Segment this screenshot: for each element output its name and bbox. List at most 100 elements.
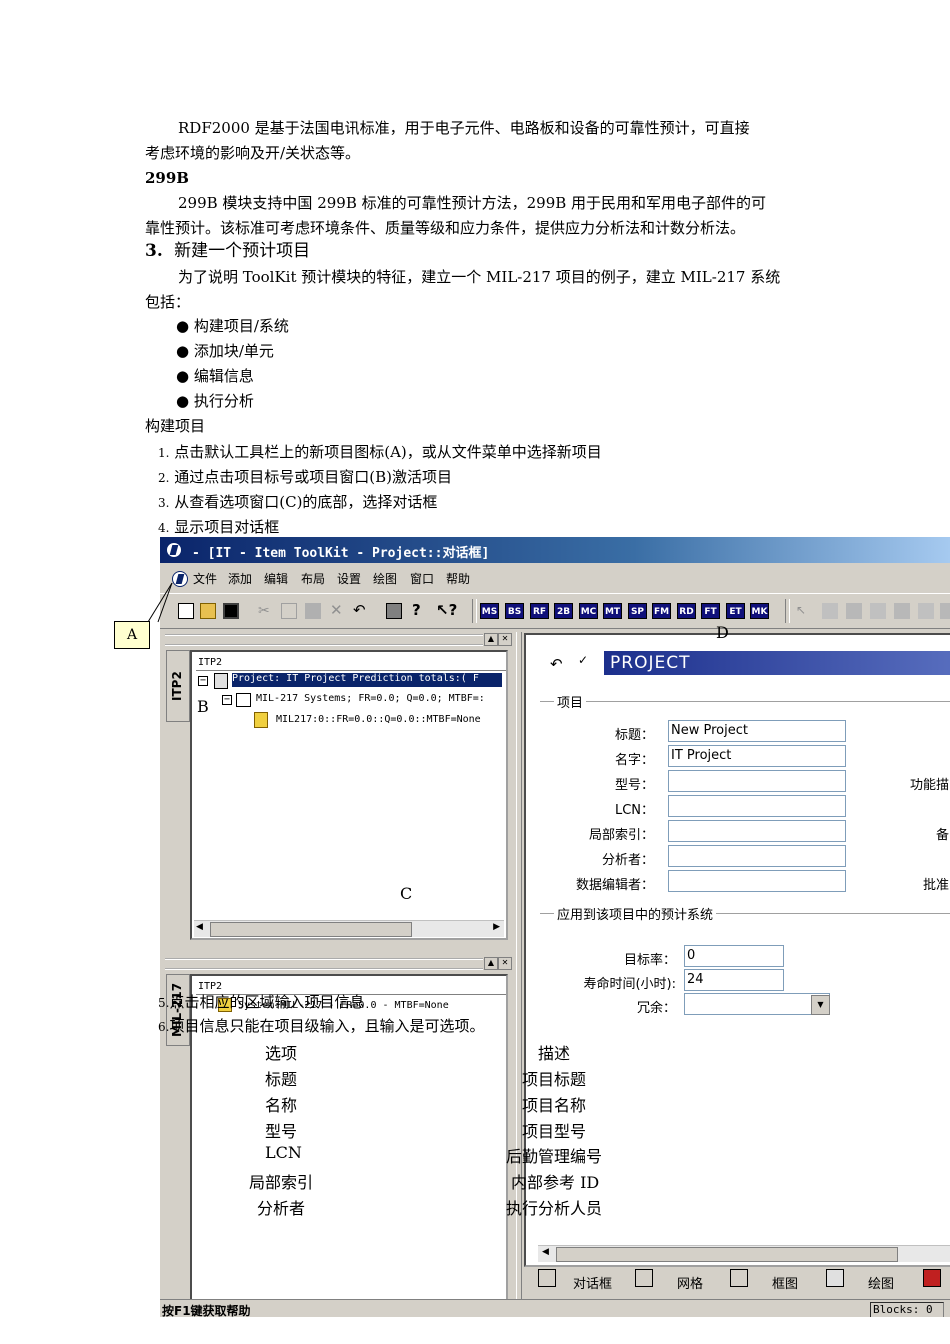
redundancy-select[interactable] bbox=[684, 993, 830, 1015]
tab-plot[interactable]: 绘图 bbox=[868, 1273, 894, 1292]
tab-dialog[interactable]: 对话框 bbox=[573, 1273, 612, 1292]
table-cell: 项目名称 bbox=[522, 1096, 587, 1115]
analyst-field[interactable] bbox=[668, 845, 846, 867]
module-mt-icon[interactable]: MT bbox=[603, 603, 622, 619]
menu-help[interactable]: 帮助 bbox=[446, 570, 470, 587]
pane-close-button[interactable]: ✕ bbox=[498, 633, 512, 646]
menu-settings[interactable]: 设置 bbox=[337, 570, 361, 587]
save-icon[interactable] bbox=[223, 603, 239, 619]
pane-close-button[interactable]: ✕ bbox=[498, 957, 512, 970]
table-cell: 执行分析人员 bbox=[506, 1199, 603, 1218]
block-icon[interactable] bbox=[918, 603, 934, 619]
help-icon[interactable]: ? bbox=[412, 603, 428, 619]
divider bbox=[196, 670, 506, 671]
tree-row-project[interactable]: Project: IT Project Prediction totals:( … bbox=[232, 673, 502, 687]
scroll-right-icon[interactable]: ▶ bbox=[493, 922, 500, 932]
tab-itp2[interactable]: ITP2 bbox=[166, 650, 190, 722]
menu-bar: 文件 添加 编辑 布局 设置 绘图 窗口 帮助 bbox=[160, 567, 950, 589]
collapse-icon[interactable]: − bbox=[222, 695, 232, 705]
paragraph-299b: 299B 模块支持中国 299B 标准的可靠性预计方法，299B 用于民用和军用… bbox=[178, 194, 767, 212]
tab-block-diagram[interactable]: 框图 bbox=[772, 1273, 798, 1292]
blocks-count: Blocks: 0 bbox=[870, 1302, 944, 1317]
paragraph-intro-cont: 包括： bbox=[145, 293, 191, 311]
menu-draw[interactable]: 绘图 bbox=[373, 570, 397, 587]
block-icon[interactable] bbox=[940, 603, 950, 619]
app-icon bbox=[166, 542, 182, 558]
menu-layout[interactable]: 布局 bbox=[301, 570, 325, 587]
tree-row-system[interactable]: MIL-217 Systems; FR=0.0; Q=0.0; MTBF=: bbox=[256, 693, 504, 704]
open-folder-icon[interactable] bbox=[200, 603, 216, 619]
title-field[interactable]: New Project bbox=[668, 720, 846, 742]
pane-restore-button[interactable]: ▲ bbox=[484, 957, 498, 970]
block-view-icon[interactable] bbox=[730, 1269, 748, 1287]
scroll-left-icon[interactable]: ◀ bbox=[542, 1247, 549, 1257]
name-field[interactable]: IT Project bbox=[668, 745, 846, 767]
scroll-thumb[interactable] bbox=[556, 1247, 898, 1262]
module-bs-icon[interactable]: BS bbox=[505, 603, 524, 619]
tree-root[interactable]: ITP2 bbox=[198, 981, 222, 992]
dialog-view-icon[interactable] bbox=[538, 1269, 556, 1287]
cut-icon[interactable]: ✂ bbox=[258, 603, 274, 619]
block-icon[interactable] bbox=[822, 603, 838, 619]
menu-window[interactable]: 窗口 bbox=[410, 570, 434, 587]
module-ms-icon[interactable]: MS bbox=[480, 603, 499, 619]
undo-icon[interactable]: ↶ bbox=[353, 603, 369, 619]
target-rate-field[interactable]: 0 bbox=[684, 945, 784, 967]
horizontal-scrollbar[interactable]: ◀ ▶ bbox=[194, 920, 504, 937]
lcn-field[interactable] bbox=[668, 795, 846, 817]
toolbar-separator bbox=[472, 599, 477, 623]
paste-icon[interactable] bbox=[305, 603, 321, 619]
collapse-icon[interactable]: − bbox=[198, 676, 208, 686]
subheading: 构建项目 bbox=[145, 417, 206, 435]
module-rd-icon[interactable]: RD bbox=[677, 603, 696, 619]
block-icon[interactable] bbox=[894, 603, 910, 619]
analyst-label: 分析者： bbox=[601, 853, 654, 868]
horizontal-scrollbar[interactable]: ◀ bbox=[538, 1245, 950, 1262]
module-et-icon[interactable]: ET bbox=[726, 603, 745, 619]
spellcheck-icon[interactable]: ✓ bbox=[578, 653, 588, 667]
bullet-item: ● 构建项目/系统 bbox=[176, 317, 289, 335]
report-view-icon[interactable] bbox=[923, 1269, 941, 1287]
block-add-icon[interactable] bbox=[846, 603, 862, 619]
scroll-left-icon[interactable]: ◀ bbox=[196, 922, 203, 932]
module-rf-icon[interactable]: RF bbox=[530, 603, 549, 619]
pointer-icon[interactable]: ↖ bbox=[796, 603, 812, 619]
data-editor-field[interactable] bbox=[668, 870, 846, 892]
tree-root[interactable]: ITP2 bbox=[198, 657, 222, 668]
chevron-down-icon[interactable]: ▼ bbox=[811, 995, 830, 1015]
module-fm-icon[interactable]: FM bbox=[652, 603, 671, 619]
print-icon[interactable] bbox=[386, 603, 402, 619]
module-sp-icon[interactable]: SP bbox=[628, 603, 647, 619]
menu-add[interactable]: 添加 bbox=[228, 570, 252, 587]
module-2b-icon[interactable]: 2B bbox=[554, 603, 573, 619]
step-item: 5.点击相应的区域输入项目信息 bbox=[158, 993, 365, 1011]
local-index-field[interactable] bbox=[668, 820, 846, 842]
pane-grip[interactable] bbox=[165, 634, 483, 646]
copy-icon[interactable] bbox=[281, 603, 297, 619]
context-help-icon[interactable]: ↖? bbox=[436, 603, 457, 619]
new-project-icon[interactable] bbox=[178, 603, 194, 619]
pane-restore-button[interactable]: ▲ bbox=[484, 633, 498, 646]
chart-view-icon[interactable] bbox=[826, 1269, 844, 1287]
menu-file[interactable]: 文件 bbox=[193, 570, 217, 587]
target-rate-label: 目标率： bbox=[623, 953, 676, 968]
tab-grid[interactable]: 网格 bbox=[677, 1273, 703, 1292]
lcn-label: LCN： bbox=[614, 803, 654, 818]
callout-c: C bbox=[400, 884, 413, 903]
module-ft-icon[interactable]: FT bbox=[701, 603, 720, 619]
delete-icon[interactable]: ✕ bbox=[330, 603, 346, 619]
life-time-field[interactable]: 24 bbox=[684, 969, 784, 991]
step-item: 2. 通过点击项目标号或项目窗口(B)激活项目 bbox=[158, 468, 452, 486]
module-mk-icon[interactable]: MK bbox=[750, 603, 769, 619]
block-icon[interactable] bbox=[870, 603, 886, 619]
tree-row-block[interactable]: MIL217:0::FR=0.0::Q=0.0::MTBF=None bbox=[276, 714, 504, 725]
grid-view-icon[interactable] bbox=[635, 1269, 653, 1287]
module-mc-icon[interactable]: MC bbox=[579, 603, 598, 619]
pane-grip[interactable] bbox=[165, 958, 483, 970]
section-number: 3. bbox=[145, 241, 163, 261]
table-cell: 项目标题 bbox=[522, 1070, 587, 1089]
scroll-thumb[interactable] bbox=[210, 922, 412, 937]
model-field[interactable] bbox=[668, 770, 846, 792]
undo-icon[interactable]: ↶ bbox=[550, 655, 563, 673]
menu-edit[interactable]: 编辑 bbox=[264, 570, 288, 587]
